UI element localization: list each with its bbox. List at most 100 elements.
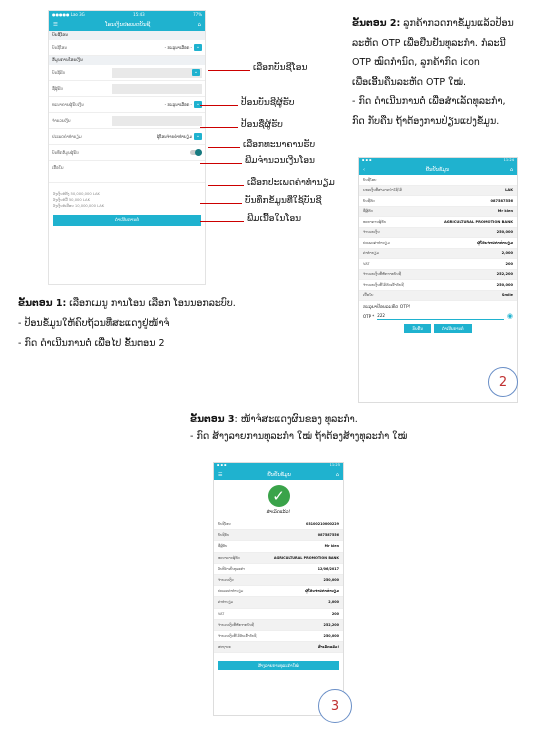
detail-row: ປະເພດຄ່າທຳນຽມ ຜູ້ໂອນຈ່າຍຄ່າທຳນຽມ <box>214 586 343 598</box>
status-icons: ▪ ▪ ▪ <box>217 463 227 467</box>
back-arrow-icon[interactable]: ‹ <box>363 167 365 173</box>
fee-select[interactable]: ຜູ້ໂອນຈ່າຍຄ່າທຳນຽມ ⌄ <box>112 133 202 140</box>
detail-value: Smile <box>501 293 513 298</box>
detail-row: ບັນຊີຮັບ 087587556 <box>359 196 517 207</box>
nav-bar: ‹ ຢືນຢັນຂໍ້ມູນ ⌂ <box>359 164 517 175</box>
detail-row: ສະຖານະ ສຳເລັດແລ້ວ! <box>214 642 343 654</box>
detail-row: VAT 200 <box>214 609 343 620</box>
detail-value: 087587556 <box>317 533 339 538</box>
detail-value: LAK <box>505 188 513 193</box>
detail-row: ຄ່າທຳນຽມ 2,000 <box>359 248 517 259</box>
chevron-down-icon: ⌄ <box>194 133 202 140</box>
detail-row: ຈຳນວນເງິນ 250,000 <box>359 227 517 238</box>
detail-value: 250,000 <box>496 282 513 287</box>
callout-line <box>200 163 242 164</box>
detail-label: VAT <box>363 261 370 266</box>
step-badge-2: 2 <box>488 367 518 397</box>
carrier: ●●●●● Lao 3G <box>52 12 85 17</box>
callout-line <box>200 203 242 204</box>
home-icon[interactable]: ⌂ <box>197 22 201 28</box>
detail-row: ຄ່າທຳນຽມ 2,000 <box>214 597 343 609</box>
step2-line: ລູກຄ້າກວດກາຂໍ້ມູນແລ້ວປ້ອນ <box>400 18 514 29</box>
step2-text: ຂັ້ນຕອນ 2: ລູກຄ້າກວດກາຂໍ້ມູນແລ້ວປ້ອນ ລະຫ… <box>352 14 548 131</box>
home-icon[interactable]: ⌂ <box>336 472 339 478</box>
step1-title-rest: ເລືອກເມນູ ການໂອນ ເລືອກ ໂອນນອກລະບົບ. <box>66 298 236 309</box>
recipient-row: ຊື່ຜູ້ຮັບ <box>49 81 205 97</box>
callout-fee: ເລືອກປະເພດຄ່າທຳນຽມ <box>247 178 335 188</box>
detail-value: 250,000 <box>496 230 513 235</box>
detail-value: Mr kien <box>497 209 513 214</box>
fee-row[interactable]: ປະເພດຄ່າທຳນຽມ ຜູ້ໂອນຈ່າຍຄ່າທຳນຽມ ⌄ <box>49 129 205 145</box>
detail-row: ຈຳນວນເງິນທີ່ໄດ້ຮັບເຂົ້າບັນຊີ 250,000 <box>359 280 517 291</box>
menu-icon[interactable]: ☰ <box>53 22 58 28</box>
detail-label: ຈຳນວນເງິນທີ່ໄດ້ຮັບເຂົ້າບັນຊີ <box>218 633 257 638</box>
step-badge-3: 3 <box>318 689 352 723</box>
save-label: ບັນທຶກຂໍ້ມູນຜູ້ຮັບ <box>52 150 79 155</box>
status-time: 15:43 <box>133 12 145 17</box>
detail-label: ທະນາຄານຜູ້ຮັບ <box>218 555 240 560</box>
detail-value: AGRICULTURAL PROMOTION BANK <box>273 555 339 560</box>
new-transaction-button[interactable]: ສ້າງລາຍການທຸລະກຳໃໝ່ <box>218 661 339 671</box>
detail-row: ຊື່ຜູ້ຮັບ Mr kien <box>359 206 517 217</box>
detail-label: ຍອດເງິນທີ່ສາມາດນຳໃຊ້ໄດ້ <box>363 188 403 193</box>
amount-input[interactable] <box>112 115 202 126</box>
detail-value: 252,200 <box>323 622 339 627</box>
detail-row: ເນື້ອໃນ Smile <box>359 290 517 301</box>
detail-row: ຈຳນວນເງິນທີ່ຫັກຈາກບັນຊີ 252,200 <box>214 619 343 631</box>
detail-label: ຊື່ຜູ້ຮັບ <box>363 209 373 214</box>
account-row[interactable]: ບັນຊີໂອນ - ກະລຸນາເລືອກ - ⌄ <box>49 40 205 56</box>
detail-value: 087587556 <box>490 198 513 203</box>
callout-amount: ພີມຈຳນວນເງີນໂອນ <box>245 156 315 166</box>
success-check: ✓ <box>214 485 343 507</box>
detail-row: ວັນທີດຳເນີນທຸລະກຳ 12/06/2017 <box>214 564 343 575</box>
detail-value: ສຳເລັດແລ້ວ! <box>317 645 339 650</box>
home-icon[interactable]: ⌂ <box>510 167 513 173</box>
detail-label: ທະນາຄານຜູ້ຮັບ <box>363 219 387 224</box>
save-row: ບັນທຶກຂໍ້ມູນຜູ້ຮັບ <box>49 145 205 161</box>
detail-value: AGRICULTURAL PROMOTION BANK <box>443 219 513 224</box>
detail-label: ຈຳນວນເງິນທີ່ຫັກຈາກບັນຊີ <box>218 622 254 627</box>
detail-row: ຈຳນວນເງິນທີ່ໄດ້ຮັບເຂົ້າບັນຊີ 250,000 <box>214 631 343 643</box>
recipient-input[interactable] <box>112 83 202 94</box>
detail-value: ຜູ້ໂອນຈ່າຍຄ່າທຳນຽມ <box>476 240 513 245</box>
step2-line: ເພື່ອເອີ້ນຄືນລະຫັດ OTP ໃໝ່. <box>352 76 467 88</box>
detail-label: ຄ່າທຳນຽມ <box>363 251 379 256</box>
section-account: ບັນຊີໂອນ <box>49 31 205 40</box>
detail-label: ບັນຊີໂອນ <box>218 522 231 527</box>
detail-list: ບັນຊີໂອນ ຍອດເງິນທີ່ສາມາດນຳໃຊ້ໄດ້ LAK ບັນຊີຮ… <box>359 175 517 301</box>
detail-row: ທະນາຄານຜູ້ຮັບ AGRICULTURAL PROMOTION BANK <box>359 217 517 228</box>
callout-line <box>200 105 238 106</box>
to-account-input[interactable]: ⌄ <box>112 67 202 78</box>
memo-row[interactable]: ເນື້ອໃນ <box>49 161 205 183</box>
limit-line: ວົງເງິນຕໍ່ເດືອນ 10,000,000 LAK <box>53 204 105 208</box>
account-value: - ກະລຸນາເລືອກ - <box>164 45 192 50</box>
detail-row: VAT 200 <box>359 259 517 270</box>
detail-row: ຍອດເງິນທີ່ສາມາດນຳໃຊ້ໄດ້ LAK <box>359 185 517 196</box>
detail-label: ຄ່າທຳນຽມ <box>218 600 234 605</box>
detail-value: 200 <box>505 261 513 266</box>
limits: ວົງເງິນຕໍ່ຄັ້ງ 50,000,000 LAK ວົງເງິນຕໍ່… <box>49 191 205 209</box>
detail-row: ບັນຊີຮັບ 087587556 <box>214 530 343 542</box>
checkmark-icon: ✓ <box>267 485 290 507</box>
account-select[interactable]: - ກະລຸນາເລືອກ - ⌄ <box>112 44 202 51</box>
fee-value: ຜູ້ໂອນຈ່າຍຄ່າທຳນຽມ <box>156 134 192 139</box>
status-bar: ●●●●● Lao 3G 15:43 77% <box>49 11 205 18</box>
step2-line: ກົດ ກັບຄືນ ຖ້າຕ້ອງການປ່ຽນແປງຂໍ້ມູນ. <box>352 115 500 127</box>
menu-icon[interactable]: ☰ <box>218 472 222 478</box>
amount-label: ຈຳນວນເງິນ <box>52 118 71 123</box>
continue-button[interactable]: ດຳເນີນການຕໍ່ <box>53 215 201 226</box>
battery: 77% <box>193 12 202 17</box>
status-time: 11:24 <box>503 158 514 162</box>
bank-row[interactable]: ທະນາຄານຜູ້ຮັບເງິນ - ກະລຸນາເລືອກ - ⌄ <box>49 97 205 113</box>
back-button[interactable]: ກັບຄືນ <box>404 324 431 333</box>
continue-button[interactable]: ດຳເນີນການຕໍ່ <box>433 324 472 333</box>
result-list: ບັນຊີໂອນ 03100210000229 ບັນຊີຮັບ 087587556 ຊ… <box>214 519 343 654</box>
memo-label: ເນື້ອໃນ <box>52 165 64 170</box>
refresh-otp-icon[interactable]: ◉ <box>507 312 513 320</box>
save-toggle[interactable] <box>190 149 202 156</box>
otp-input[interactable]: 222 <box>377 313 504 320</box>
bank-select[interactable]: - ກະລຸນາເລືອກ - ⌄ <box>112 101 202 108</box>
detail-value: 03100210000229 <box>305 522 339 527</box>
detail-value: 250,000 <box>323 633 339 638</box>
callout-select-account: ເລືອກບັນຊີໂອນ <box>253 63 308 73</box>
